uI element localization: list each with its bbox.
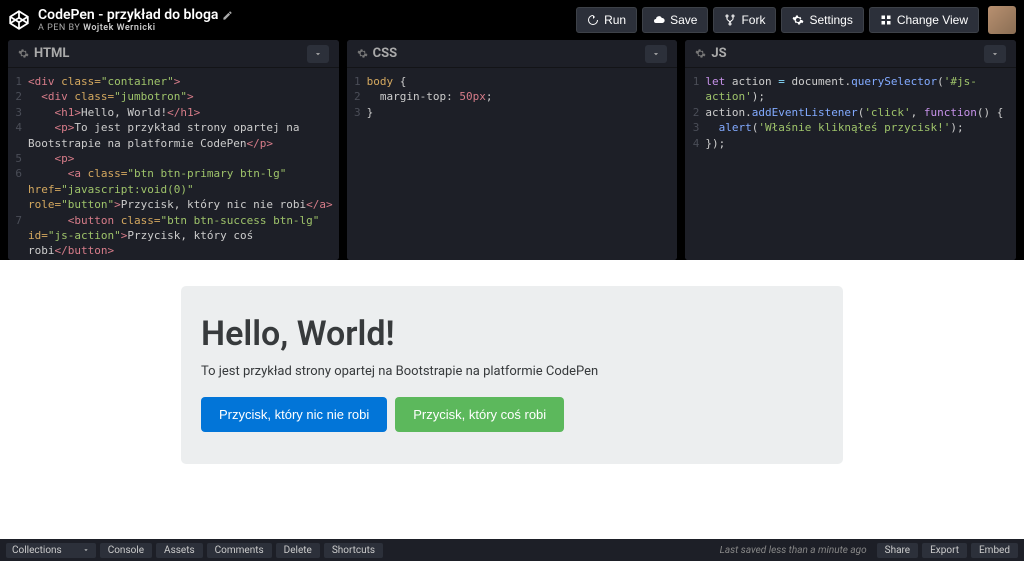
shortcuts-button[interactable]: Shortcuts xyxy=(324,543,383,558)
byline-author[interactable]: Wojtek Wernicki xyxy=(83,23,156,33)
preview-content: Hello, World! To jest przykład strony op… xyxy=(181,286,843,539)
jumbotron: Hello, World! To jest przykład strony op… xyxy=(181,286,843,464)
html-collapse-button[interactable] xyxy=(307,45,329,63)
js-editor: JS 1let action = document.querySelector(… xyxy=(685,40,1016,260)
js-editor-title: JS xyxy=(695,46,726,61)
pen-title-text: CodePen - przykład do bloga xyxy=(38,7,218,23)
save-label: Save xyxy=(670,13,697,27)
settings-label: Settings xyxy=(809,13,852,27)
html-editor: HTML 1<div class="container"> 2 <div cla… xyxy=(8,40,339,260)
js-collapse-button[interactable] xyxy=(984,45,1006,63)
html-title-text: HTML xyxy=(34,46,69,61)
delete-button[interactable]: Delete xyxy=(276,543,320,558)
css-title-text: CSS xyxy=(373,46,398,61)
success-button[interactable]: Przycisk, który coś robi xyxy=(395,397,564,432)
css-editor: CSS 1body { 2 margin-top: 50px; 3} xyxy=(347,40,678,260)
html-editor-title: HTML xyxy=(18,46,69,61)
edit-icon[interactable] xyxy=(222,10,233,21)
run-button[interactable]: Run xyxy=(576,7,637,33)
chevron-down-icon xyxy=(313,49,323,59)
topbar-right: Run Save Fork Settings Change View xyxy=(576,6,1016,34)
chevron-down-icon xyxy=(651,49,661,59)
collections-select[interactable]: Collections xyxy=(6,543,96,558)
bottombar-left: Collections Console Assets Comments Dele… xyxy=(6,543,383,558)
js-editor-body[interactable]: 1let action = document.querySelector('#j… xyxy=(685,68,1016,260)
chevron-down-icon xyxy=(82,546,90,554)
fork-label: Fork xyxy=(741,13,765,27)
console-button[interactable]: Console xyxy=(100,543,152,558)
codepen-logo-icon xyxy=(8,9,30,31)
topbar-left: CodePen - przykład do bloga A PEN BY Woj… xyxy=(8,7,233,33)
save-button[interactable]: Save xyxy=(642,7,708,33)
pen-byline: A PEN BY Wojtek Wernicki xyxy=(38,23,233,33)
js-title-text: JS xyxy=(711,46,726,61)
change-view-label: Change View xyxy=(897,13,968,27)
assets-button[interactable]: Assets xyxy=(156,543,203,558)
bottombar-right: Last saved less than a minute ago Share … xyxy=(720,543,1018,558)
topbar: CodePen - przykład do bloga A PEN BY Woj… xyxy=(0,0,1024,40)
primary-button[interactable]: Przycisk, który nic nie robi xyxy=(201,397,387,432)
grid-icon xyxy=(880,14,892,26)
change-view-button[interactable]: Change View xyxy=(869,7,979,33)
byline-prefix: A PEN BY xyxy=(38,23,83,33)
gear-icon xyxy=(792,14,804,26)
button-row: Przycisk, który nic nie robi Przycisk, k… xyxy=(201,397,823,432)
comments-button[interactable]: Comments xyxy=(207,543,272,558)
chevron-down-icon xyxy=(990,49,1000,59)
collections-label: Collections xyxy=(12,545,62,556)
fork-icon xyxy=(724,14,736,26)
css-editor-header: CSS xyxy=(347,40,678,68)
js-editor-header: JS xyxy=(685,40,1016,68)
gear-icon[interactable] xyxy=(357,48,368,59)
embed-button[interactable]: Embed xyxy=(971,543,1018,558)
title-block: CodePen - przykład do bloga A PEN BY Woj… xyxy=(38,7,233,33)
pen-title[interactable]: CodePen - przykład do bloga xyxy=(38,7,233,23)
run-label: Run xyxy=(604,13,626,27)
share-button[interactable]: Share xyxy=(877,543,918,558)
preview-heading: Hello, World! xyxy=(201,314,823,354)
save-status: Last saved less than a minute ago xyxy=(720,545,867,556)
css-editor-title: CSS xyxy=(357,46,398,61)
html-editor-body[interactable]: 1<div class="container"> 2 <div class="j… xyxy=(8,68,339,260)
bottombar: Collections Console Assets Comments Dele… xyxy=(0,539,1024,561)
preview-paragraph: To jest przykład strony opartej na Boots… xyxy=(201,364,823,379)
css-editor-body[interactable]: 1body { 2 margin-top: 50px; 3} xyxy=(347,68,678,260)
export-button[interactable]: Export xyxy=(922,543,967,558)
cloud-icon xyxy=(653,14,665,26)
html-editor-header: HTML xyxy=(8,40,339,68)
css-collapse-button[interactable] xyxy=(645,45,667,63)
run-icon xyxy=(587,14,599,26)
editors-row: HTML 1<div class="container"> 2 <div cla… xyxy=(0,40,1024,260)
preview-pane: Hello, World! To jest przykład strony op… xyxy=(0,260,1024,539)
gear-icon[interactable] xyxy=(18,48,29,59)
gear-icon[interactable] xyxy=(695,48,706,59)
fork-button[interactable]: Fork xyxy=(713,7,776,33)
avatar[interactable] xyxy=(988,6,1016,34)
settings-button[interactable]: Settings xyxy=(781,7,863,33)
